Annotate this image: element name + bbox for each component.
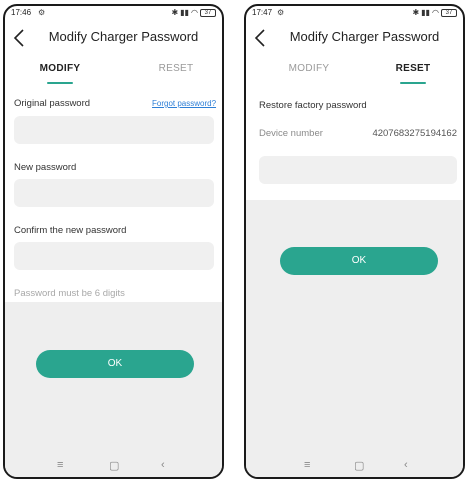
phone-reset-screen: 17:47 ⚙ ✱ ▮▮ ◠ 37 Modify Charger Passwor… [244,4,465,479]
confirm-password-label: Confirm the new password [14,225,127,236]
tab-reset-label: RESET [158,63,194,74]
tab-active-indicator [47,82,73,84]
content-background [5,302,222,455]
signal-icon: ▮▮ [421,8,431,17]
tab-reset[interactable]: RESET [151,62,201,86]
status-bar: 17:47 ⚙ ✱ ▮▮ ◠ 37 [246,6,463,20]
battery-icon: 37 [441,8,457,17]
original-password-field[interactable] [14,116,214,144]
menu-icon[interactable]: ≡ [304,459,310,471]
menu-icon[interactable]: ≡ [57,459,63,471]
system-nav-bar: ≡ ▢ ‹ [5,455,222,477]
back-nav-icon[interactable]: ‹ [161,459,165,471]
status-icons: ✱ ▮▮ ◠ 37 [171,8,216,17]
ok-button[interactable]: OK [280,247,438,275]
battery-icon: 37 [200,8,216,17]
home-icon[interactable]: ▢ [109,459,119,472]
tab-reset-label: RESET [395,63,431,74]
gear-icon: ⚙ [38,8,46,17]
bluetooth-icon: ✱ [412,8,420,17]
wifi-icon: ◠ [191,8,198,17]
gear-icon: ⚙ [277,8,285,17]
bluetooth-icon: ✱ [171,8,179,17]
new-password-field[interactable] [14,179,214,207]
signal-icon: ▮▮ [180,8,190,17]
confirm-password-field[interactable] [14,242,214,270]
reset-input-field[interactable] [259,156,457,184]
page-title: Modify Charger Password [289,29,440,44]
status-time: 17:46 [11,8,32,17]
device-number-value: 4207683275194162 [372,128,457,139]
content-background [246,200,463,455]
tab-modify-label: MODIFY [39,63,81,74]
tab-modify[interactable]: MODIFY [282,62,336,86]
tab-modify-label: MODIFY [288,63,330,74]
device-number-label: Device number [259,128,323,139]
tab-active-indicator [400,82,426,84]
original-password-label: Original password [14,98,91,109]
back-nav-icon[interactable]: ‹ [404,459,408,471]
ok-button[interactable]: OK [36,350,194,378]
tab-modify[interactable]: MODIFY [33,62,87,86]
password-hint: Password must be 6 digits [14,288,125,299]
phone-modify-screen: 17:46 ⚙ ✱ ▮▮ ◠ 37 Modify Charger Passwor… [3,4,224,479]
wifi-icon: ◠ [432,8,439,17]
page-title: Modify Charger Password [48,29,199,44]
status-bar: 17:46 ⚙ ✱ ▮▮ ◠ 37 [5,6,222,20]
status-time: 17:47 [252,8,273,17]
tab-reset[interactable]: RESET [388,62,438,86]
home-icon[interactable]: ▢ [354,459,364,472]
new-password-label: New password [14,162,77,173]
top-bar: Modify Charger Password [5,26,222,50]
status-icons: ✱ ▮▮ ◠ 37 [412,8,457,17]
restore-factory-password-label: Restore factory password [259,100,367,111]
forgot-password-link[interactable]: Forgot password? [152,99,216,108]
system-nav-bar: ≡ ▢ ‹ [246,455,463,477]
top-bar: Modify Charger Password [246,26,463,50]
